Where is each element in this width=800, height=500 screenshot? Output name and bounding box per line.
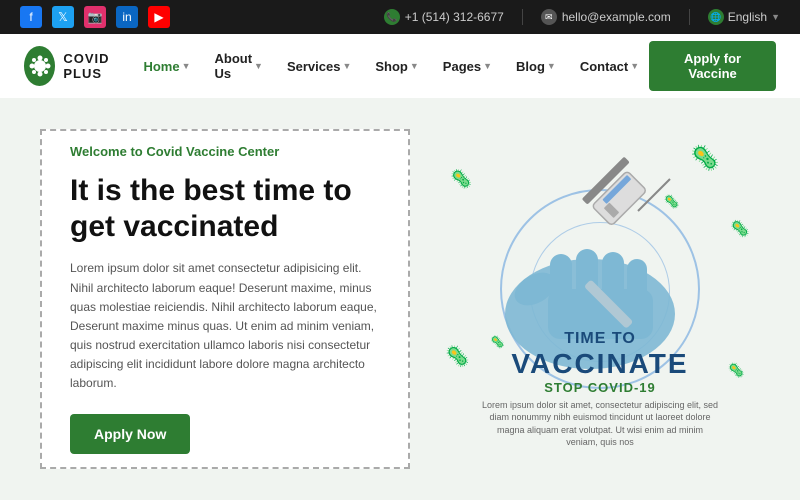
hero-description: Lorem ipsum dolor sit amet consectetur a… [70, 259, 380, 393]
chevron-blog-icon: ▼ [547, 61, 556, 71]
hero-content: Welcome to Covid Vaccine Center It is th… [40, 129, 410, 469]
hero-title: It is the best time to get vaccinated [70, 173, 380, 245]
language-label: English [728, 10, 767, 24]
chevron-pages-icon: ▼ [483, 61, 492, 71]
vaccine-text-block: TIME TO VACCINATE STOP COVID-19 Lorem ip… [480, 330, 720, 449]
nav-home-label: Home [143, 59, 179, 74]
divider [522, 9, 523, 25]
chevron-about-icon: ▼ [254, 61, 263, 71]
twitter-icon[interactable]: 𝕏 [52, 6, 74, 28]
logo[interactable]: COVID PLUS [24, 46, 133, 86]
chevron-services-icon: ▼ [342, 61, 351, 71]
nav-services-label: Services [287, 59, 341, 74]
top-bar: f 𝕏 📷 in ▶ 📞 +1 (514) 312-6677 ✉ hello@e… [0, 0, 800, 34]
nav-links: Home ▼ About Us ▼ Services ▼ Shop ▼ Page… [133, 45, 649, 87]
chevron-home-icon: ▼ [182, 61, 191, 71]
nav-blog[interactable]: Blog ▼ [506, 53, 566, 80]
time-to-label: TIME TO [480, 330, 720, 348]
contact-info: 📞 +1 (514) 312-6677 ✉ hello@example.com … [384, 9, 780, 25]
instagram-icon[interactable]: 📷 [84, 6, 106, 28]
hero-illustration: 🦠 🦠 🦠 🦠 🦠 🦠 🦠 [440, 129, 760, 469]
phone-item: 📞 +1 (514) 312-6677 [384, 9, 504, 25]
linkedin-icon[interactable]: in [116, 6, 138, 28]
nav-about-label: About Us [214, 51, 252, 81]
facebook-icon[interactable]: f [20, 6, 42, 28]
chevron-down-icon: ▼ [771, 12, 780, 22]
nav-shop-label: Shop [375, 59, 408, 74]
nav-shop[interactable]: Shop ▼ [365, 53, 428, 80]
globe-icon: 🌐 [708, 9, 724, 25]
hero-subtitle: Welcome to Covid Vaccine Center [70, 144, 380, 159]
divider2 [689, 9, 690, 25]
vaccinate-label: VACCINATE [480, 348, 720, 380]
logo-icon [24, 46, 55, 86]
vaccine-image: 🦠 🦠 🦠 🦠 🦠 🦠 🦠 [440, 139, 760, 459]
email-item: ✉ hello@example.com [541, 9, 671, 25]
nav-services[interactable]: Services ▼ [277, 53, 361, 80]
navbar: COVID PLUS Home ▼ About Us ▼ Services ▼ … [0, 34, 800, 98]
nav-contact-label: Contact [580, 59, 628, 74]
language-selector[interactable]: 🌐 English ▼ [708, 9, 780, 25]
nav-pages[interactable]: Pages ▼ [433, 53, 502, 80]
nav-blog-label: Blog [516, 59, 545, 74]
apply-vaccine-button[interactable]: Apply for Vaccine [649, 41, 776, 91]
email-icon: ✉ [541, 9, 557, 25]
nav-home[interactable]: Home ▼ [133, 53, 200, 80]
vaccine-bottom-text: Lorem ipsum dolor sit amet, consectetur … [480, 399, 720, 449]
phone-number: +1 (514) 312-6677 [405, 10, 504, 24]
nav-contact[interactable]: Contact ▼ [570, 53, 649, 80]
chevron-contact-icon: ▼ [630, 61, 639, 71]
chevron-shop-icon: ▼ [410, 61, 419, 71]
stop-covid-label: STOP COVID-19 [480, 380, 720, 395]
hero-section: Welcome to Covid Vaccine Center It is th… [0, 98, 800, 500]
youtube-icon[interactable]: ▶ [148, 6, 170, 28]
apply-now-button[interactable]: Apply Now [70, 414, 190, 454]
logo-text: COVID PLUS [63, 51, 133, 81]
phone-icon: 📞 [384, 9, 400, 25]
nav-pages-label: Pages [443, 59, 481, 74]
email-address: hello@example.com [562, 10, 671, 24]
social-links: f 𝕏 📷 in ▶ [20, 6, 170, 28]
nav-about[interactable]: About Us ▼ [204, 45, 272, 87]
